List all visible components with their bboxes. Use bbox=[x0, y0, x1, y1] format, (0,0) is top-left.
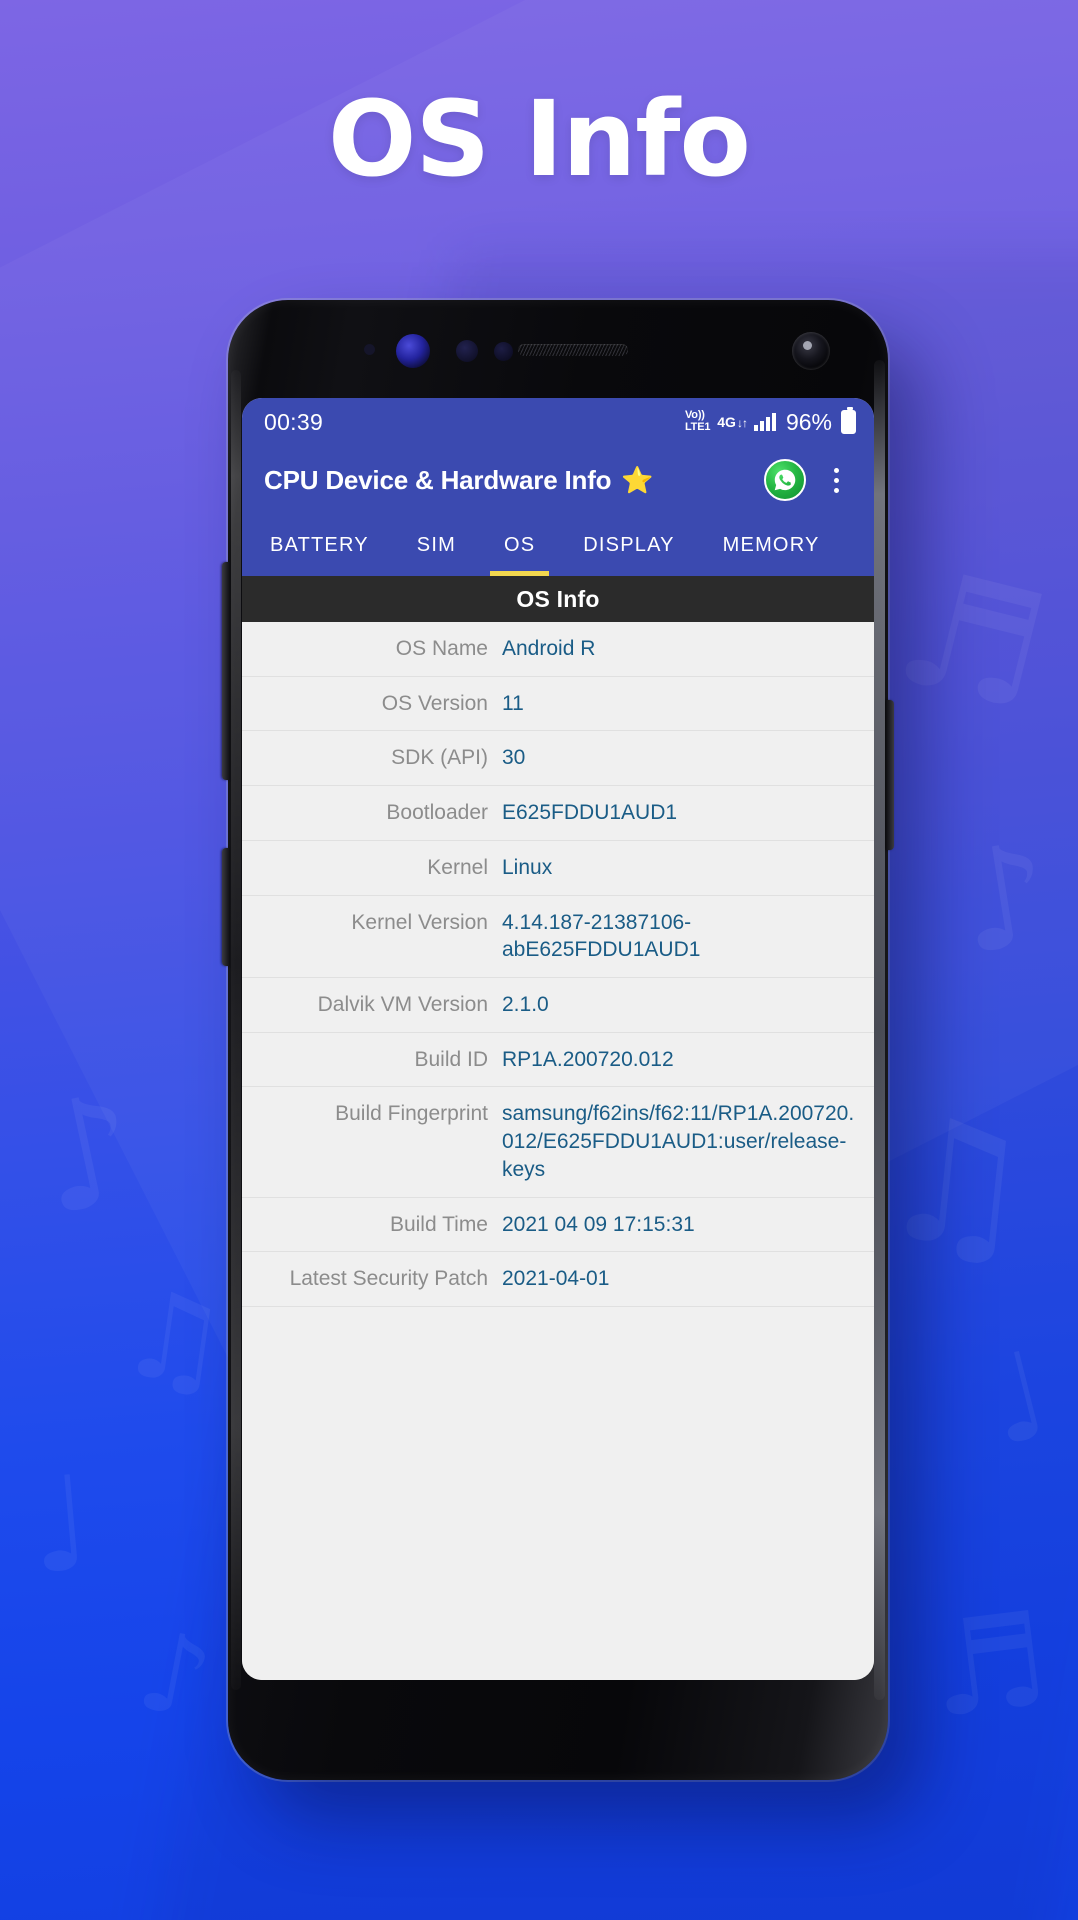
info-row[interactable]: Build ID RP1A.200720.012 bbox=[242, 1033, 874, 1088]
info-row[interactable]: OS Name Android R bbox=[242, 622, 874, 677]
light-sensor-icon bbox=[456, 340, 478, 362]
battery-percent: 96% bbox=[785, 408, 832, 435]
tab-bar[interactable]: BATTERY SIM OS DISPLAY MEMORY bbox=[242, 514, 874, 576]
more-vertical-icon[interactable] bbox=[814, 458, 858, 502]
info-row-value: E625FDDU1AUD1 bbox=[502, 801, 678, 825]
info-row-value: Linux bbox=[502, 855, 553, 879]
proximity-sensor-icon bbox=[364, 344, 375, 355]
music-note-icon: ♫ bbox=[110, 1263, 237, 1416]
info-row[interactable]: Dalvik VM Version 2.1.0 bbox=[242, 978, 874, 1033]
info-row-label: OS Name bbox=[395, 637, 488, 660]
info-row-label: Kernel Version bbox=[351, 910, 488, 934]
info-row[interactable]: Kernel Version 4.14.187-21387106-abE625FD… bbox=[242, 896, 874, 979]
phone-top-bezel bbox=[228, 300, 888, 398]
info-row-value: Android R bbox=[502, 637, 596, 660]
info-row-label: Build ID bbox=[414, 1047, 488, 1071]
app-title: CPU Device & Hardware Info bbox=[264, 464, 612, 495]
app-bar: CPU Device & Hardware Info ⭐ bbox=[242, 446, 874, 514]
tab-label: BATTERY bbox=[270, 533, 369, 556]
front-camera-icon bbox=[792, 332, 830, 370]
music-note-icon: ♫ bbox=[870, 1078, 1043, 1292]
tab-battery[interactable]: BATTERY bbox=[246, 514, 393, 576]
signal-bars-icon bbox=[753, 413, 776, 431]
info-row-value: 11 bbox=[502, 691, 524, 715]
info-row-label: Latest Security Patch bbox=[289, 1267, 488, 1291]
phone-mockup: 00:39 Vo)) LTE1 4G ↓↑ 96% CPU Device & H… bbox=[222, 300, 894, 1780]
battery-icon bbox=[841, 407, 856, 434]
phone-screen: 00:39 Vo)) LTE1 4G ↓↑ 96% CPU Device & H… bbox=[242, 398, 874, 1680]
info-row-label: Build Fingerprint bbox=[335, 1102, 488, 1126]
music-note-icon: ♬ bbox=[921, 1582, 1056, 1748]
network-label: 4G bbox=[717, 414, 736, 430]
info-row[interactable]: Bootloader E625FDDU1AUD1 bbox=[242, 786, 874, 841]
power-button[interactable] bbox=[886, 700, 894, 850]
tab-label: MEMORY bbox=[722, 533, 820, 556]
info-row-label: Build Time bbox=[389, 1212, 488, 1236]
info-row[interactable]: OS Version 11 bbox=[242, 677, 874, 732]
info-row-label: Dalvik VM Version bbox=[317, 993, 488, 1017]
tab-label: SIM bbox=[416, 533, 456, 556]
info-row[interactable]: Kernel Linux bbox=[242, 841, 874, 896]
info-row[interactable]: Latest Security Patch 2021-04-01 bbox=[242, 1252, 874, 1308]
info-row[interactable]: Build Time 2021 04 09 17:15:31 bbox=[242, 1198, 874, 1253]
info-row-label: OS Version bbox=[381, 691, 488, 715]
data-arrows-icon: ↓↑ bbox=[736, 416, 748, 430]
star-icon: ⭐ bbox=[621, 465, 654, 495]
iris-scanner-icon bbox=[396, 334, 430, 368]
os-info-list: OS Name Android R OS Version 11 SDK (API) 30 B… bbox=[242, 622, 874, 1680]
info-row-value: 2.1.0 bbox=[502, 993, 549, 1017]
tab-os[interactable]: OS bbox=[480, 514, 559, 576]
info-row-value: RP1A.200720.012 bbox=[502, 1047, 674, 1071]
whatsapp-icon[interactable] bbox=[764, 459, 806, 501]
info-row-value: 2021 04 09 17:15:31 bbox=[502, 1212, 695, 1236]
status-bar: 00:39 Vo)) LTE1 4G ↓↑ 96% bbox=[242, 398, 874, 446]
volte-indicator-icon: Vo)) LTE1 bbox=[685, 410, 710, 433]
info-row-value: 30 bbox=[502, 746, 526, 770]
tab-sim[interactable]: SIM bbox=[393, 514, 480, 576]
volte-line2: LTE1 bbox=[684, 421, 711, 433]
bixby-button[interactable] bbox=[222, 848, 230, 966]
promo-screenshot: ♪ ♫ ♩ ♬ ♪ ♫ ♩ ♪ ♬ OS Info 00:39 Vo)) LTE1 bbox=[0, 0, 1078, 1920]
info-row-label: Kernel bbox=[427, 855, 488, 879]
tab-memory[interactable]: MEMORY bbox=[699, 514, 844, 576]
ir-sensor-icon bbox=[494, 342, 513, 361]
music-note-icon: ♩ bbox=[23, 1446, 98, 1604]
info-row[interactable]: SDK (API) 30 bbox=[242, 731, 874, 787]
info-row[interactable]: Build Fingerprint samsung/f62ins/f62:11/R… bbox=[242, 1087, 874, 1198]
info-row-value: samsung/f62ins/f62:11/RP1A.200720.012/E6… bbox=[502, 1102, 855, 1181]
status-clock: 00:39 bbox=[264, 408, 324, 435]
info-row-value: 2021-04-01 bbox=[502, 1267, 610, 1291]
info-row-label: SDK (API) bbox=[391, 746, 488, 770]
info-row-label: Bootloader bbox=[386, 801, 488, 825]
network-type-indicator: 4G ↓↑ bbox=[717, 414, 748, 430]
status-icons: Vo)) LTE1 4G ↓↑ 96% bbox=[685, 407, 856, 436]
volume-button[interactable] bbox=[222, 562, 230, 780]
section-title: OS Info bbox=[242, 576, 874, 622]
earpiece-speaker-icon bbox=[518, 344, 628, 356]
info-row-value: 4.14.187-21387106-abE625FDDU1AUD1 bbox=[502, 910, 701, 962]
tab-label: OS bbox=[503, 533, 536, 556]
tab-display[interactable]: DISPLAY bbox=[559, 514, 698, 576]
tab-label: DISPLAY bbox=[583, 533, 675, 556]
page-title: OS Info bbox=[328, 78, 751, 200]
